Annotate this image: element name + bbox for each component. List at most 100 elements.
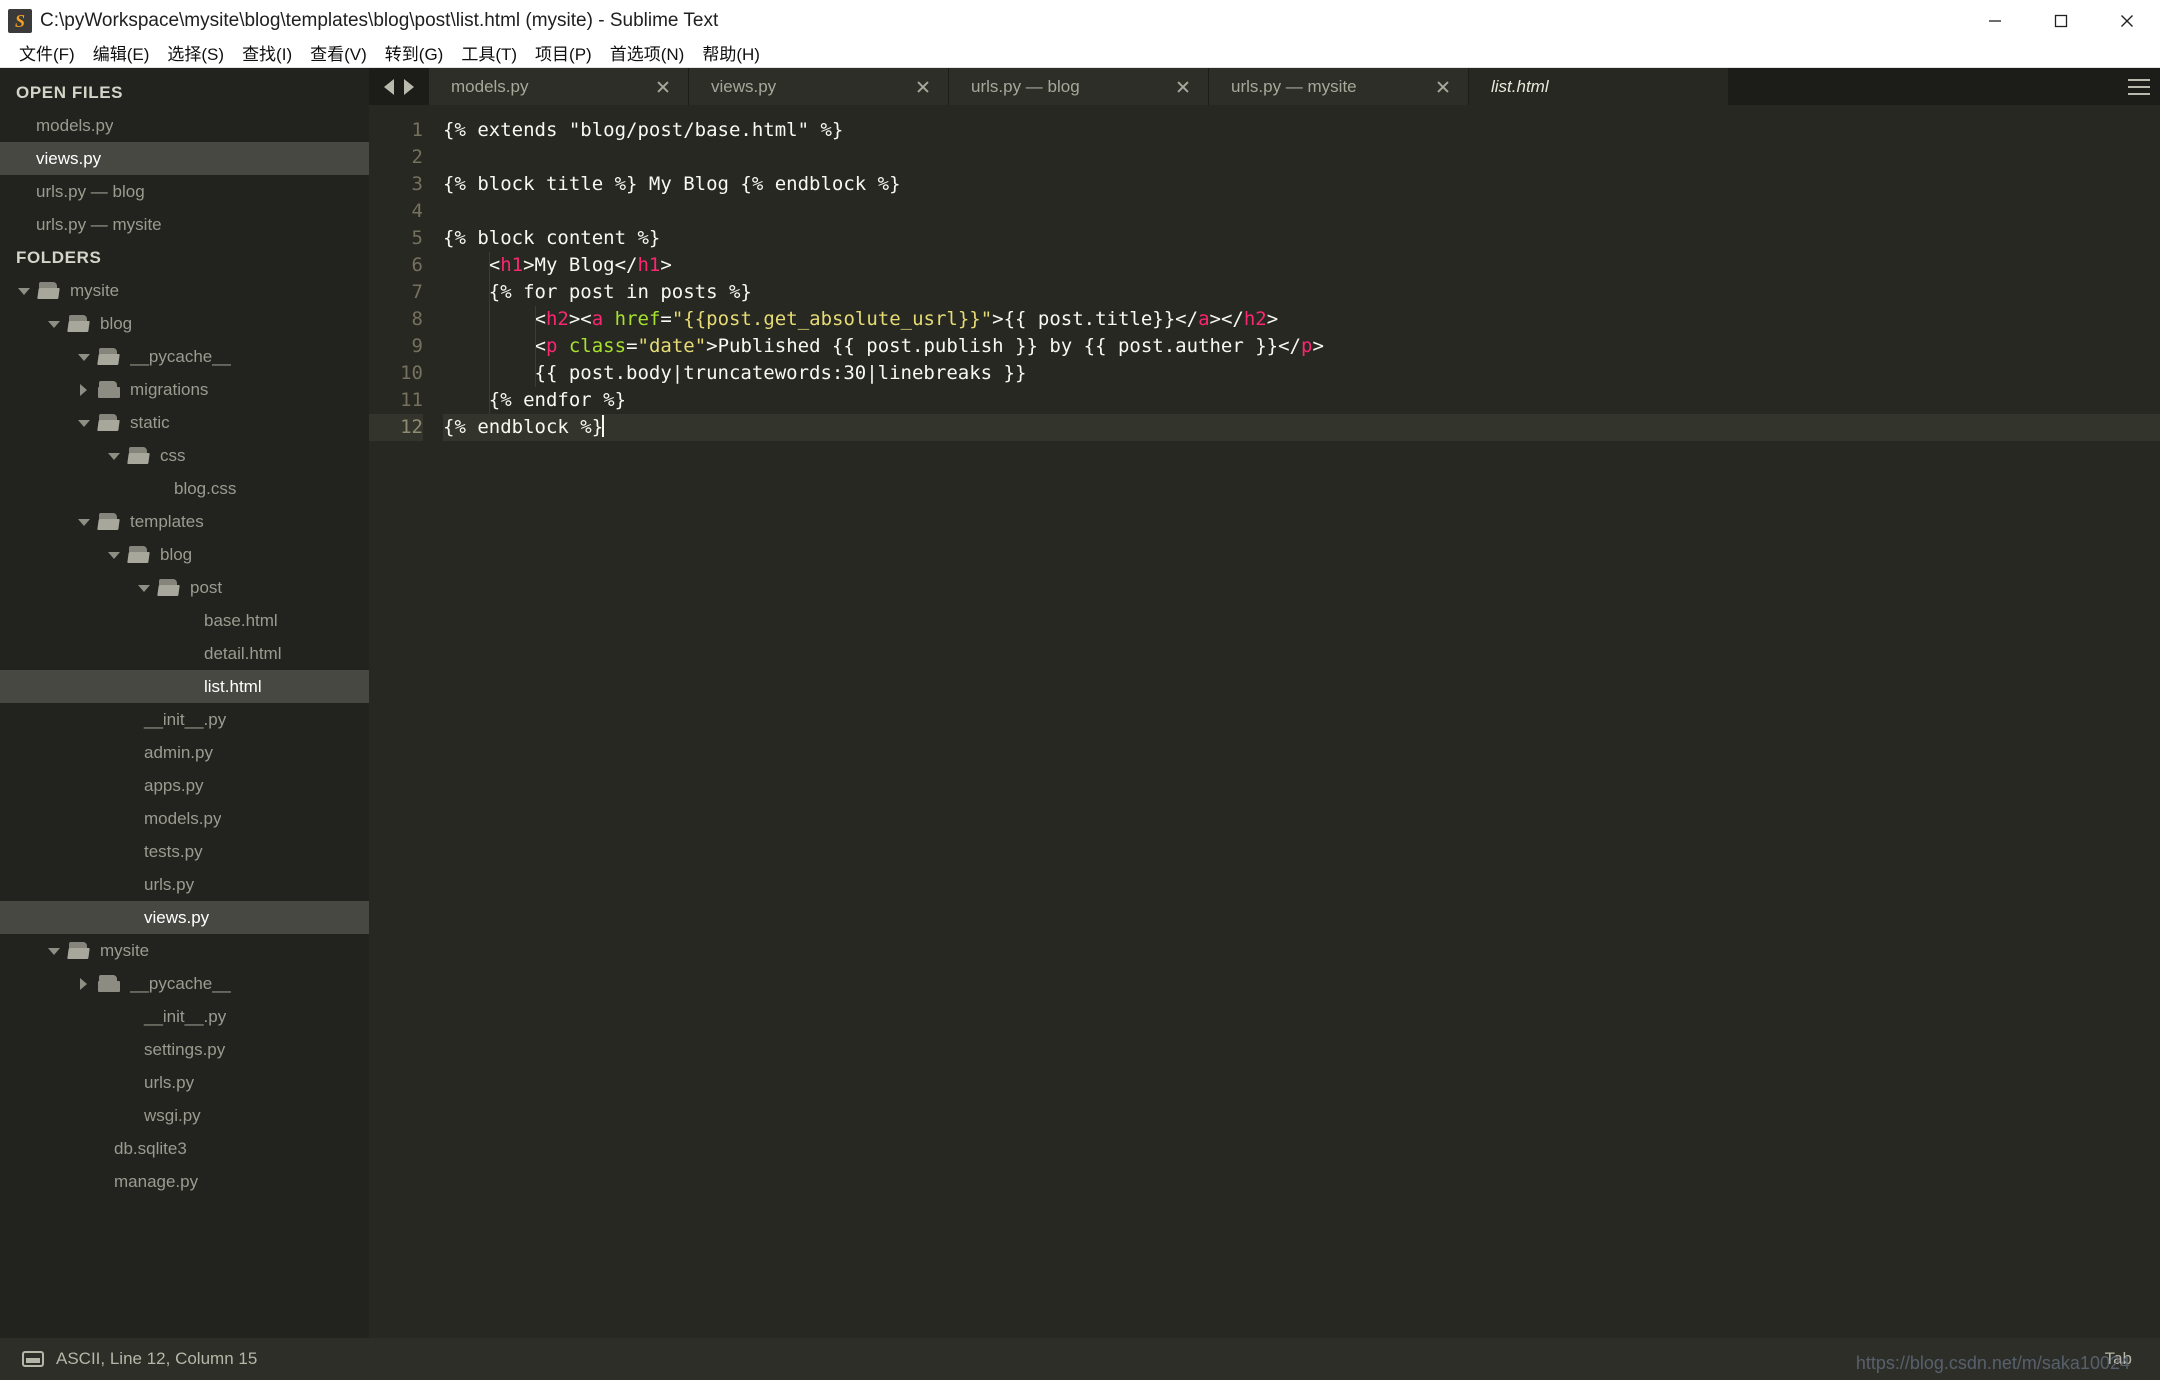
chevron-left-icon[interactable] [384, 78, 394, 95]
code-line[interactable] [443, 198, 2160, 225]
open-file-item[interactable]: models.py [0, 109, 369, 142]
code-line[interactable]: {% extends "blog/post/base.html" %} [443, 117, 2160, 144]
tree-folder-row[interactable]: css [0, 439, 369, 472]
chevron-down-icon[interactable] [76, 415, 92, 431]
line-number: 9 [411, 335, 423, 357]
tree-file-row[interactable]: manage.py [0, 1165, 369, 1198]
tree-file-row[interactable]: __init__.py [0, 1000, 369, 1033]
status-right[interactable]: Tab [2105, 1349, 2160, 1369]
menu-item-0[interactable]: 文件(F) [10, 41, 84, 68]
tree-file-row[interactable]: models.py [0, 802, 369, 835]
tree-folder-row[interactable]: templates [0, 505, 369, 538]
folder-tree[interactable]: mysite blog __pycache__ migrations static css… [0, 274, 369, 1198]
open-files-list[interactable]: models.py views.py urls.py — blog urls.py —… [0, 109, 369, 241]
tab-close-icon[interactable] [1174, 78, 1192, 96]
status-tab-label[interactable]: Tab [2105, 1349, 2132, 1369]
menu-item-5[interactable]: 转到(G) [376, 41, 453, 68]
menu-item-9[interactable]: 帮助(H) [693, 41, 769, 68]
chevron-down-icon[interactable] [46, 943, 62, 959]
code-line[interactable]: {% block content %} [443, 225, 2160, 252]
chevron-down-icon[interactable] [106, 547, 122, 563]
tree-folder-label: post [190, 578, 223, 597]
maximize-button[interactable] [2028, 0, 2094, 41]
tab-close-icon[interactable] [654, 78, 672, 96]
close-button[interactable] [2094, 0, 2160, 41]
code-line[interactable]: {% for post in posts %} [443, 279, 2160, 306]
code-token: class [568, 335, 627, 357]
chevron-right-icon[interactable] [404, 78, 414, 95]
tab-nav-arrows[interactable] [369, 68, 429, 105]
tree-file-row[interactable]: __init__.py [0, 703, 369, 736]
tree-file-row[interactable]: wsgi.py [0, 1099, 369, 1132]
code-line[interactable]: <p class="date">Published {{ post.publis… [443, 333, 2160, 360]
editor-tab[interactable]: models.py [429, 68, 689, 105]
chevron-down-icon[interactable] [76, 514, 92, 530]
tree-file-row[interactable]: urls.py [0, 1066, 369, 1099]
open-file-item[interactable]: urls.py — mysite [0, 208, 369, 241]
tab-close-icon[interactable] [914, 78, 932, 96]
tree-folder-row[interactable]: __pycache__ [0, 340, 369, 373]
menu-item-8[interactable]: 首选项(N) [601, 41, 694, 68]
tree-folder-row[interactable]: post [0, 571, 369, 604]
code-line[interactable]: {{ post.body|truncatewords:30|linebreaks… [443, 360, 2160, 387]
code-line[interactable]: {% endblock %} [443, 414, 2160, 441]
editor-tab[interactable]: urls.py — mysite [1209, 68, 1469, 105]
line-number: 3 [411, 173, 423, 195]
editor-tab[interactable]: views.py [689, 68, 949, 105]
menu-item-3[interactable]: 查找(I) [233, 41, 301, 68]
code-token: {% endfor %} [443, 389, 627, 411]
tree-folder-row[interactable]: mysite [0, 934, 369, 967]
tree-folder-row[interactable]: static [0, 406, 369, 439]
tree-folder-row[interactable]: blog [0, 538, 369, 571]
editor-tab[interactable]: list.html [1469, 68, 1729, 105]
code-line[interactable]: <h2><a href="{{post.get_absolute_usrl}}"… [443, 306, 2160, 333]
tab-close-icon[interactable] [1434, 78, 1452, 96]
menu-item-6[interactable]: 工具(T) [452, 41, 526, 68]
code-text[interactable]: {% extends "blog/post/base.html" %} {% bl… [437, 105, 2160, 1338]
menu-item-1[interactable]: 编辑(E) [84, 41, 159, 68]
tree-file-row[interactable]: tests.py [0, 835, 369, 868]
tree-folder-row[interactable]: blog [0, 307, 369, 340]
code-line[interactable] [443, 144, 2160, 171]
chevron-down-icon[interactable] [46, 316, 62, 332]
menu-item-4[interactable]: 查看(V) [301, 41, 376, 68]
open-file-item[interactable]: urls.py — blog [0, 175, 369, 208]
code-area[interactable]: 1 2 3 4 5 6 7 8 9 10 11 12 {% extends "blog/post/ba… [369, 105, 2160, 1338]
tree-file-row[interactable]: base.html [0, 604, 369, 637]
menu-item-2[interactable]: 选择(S) [158, 41, 233, 68]
menu-item-7[interactable]: 项目(P) [526, 41, 601, 68]
indent-guide [534, 306, 536, 387]
code-token: h2 [1243, 308, 1267, 330]
code-line[interactable]: {% block title %} My Blog {% endblock %} [443, 171, 2160, 198]
tree-file-row[interactable]: blog.css [0, 472, 369, 505]
code-line[interactable]: {% endfor %} [443, 387, 2160, 414]
line-number: 10 [400, 362, 423, 384]
tree-folder-row[interactable]: migrations [0, 373, 369, 406]
sidebar[interactable]: OPEN FILES models.py views.py urls.py — bl… [0, 68, 369, 1338]
tree-file-row[interactable]: views.py [0, 901, 369, 934]
folder-open-icon [97, 348, 120, 365]
hamburger-menu-icon[interactable] [2118, 68, 2160, 105]
tree-folder-row[interactable]: mysite [0, 274, 369, 307]
chevron-down-icon[interactable] [136, 580, 152, 596]
tree-file-row[interactable]: list.html [0, 670, 369, 703]
tab-close-icon[interactable] [1694, 78, 1712, 96]
minimize-button[interactable] [1962, 0, 2028, 41]
tree-file-row[interactable]: urls.py [0, 868, 369, 901]
tree-file-row[interactable]: admin.py [0, 736, 369, 769]
editor-tab[interactable]: urls.py — blog [949, 68, 1209, 105]
chevron-right-icon[interactable] [76, 382, 92, 398]
tree-file-row[interactable]: detail.html [0, 637, 369, 670]
chevron-down-icon[interactable] [106, 448, 122, 464]
tree-folder-row[interactable]: __pycache__ [0, 967, 369, 1000]
code-line[interactable]: <h1>My Blog</h1> [443, 252, 2160, 279]
chevron-down-icon[interactable] [16, 283, 32, 299]
tree-file-row[interactable]: db.sqlite3 [0, 1132, 369, 1165]
chevron-down-icon[interactable] [76, 349, 92, 365]
tab-list[interactable]: models.py views.py urls.py — blog urls.py —… [429, 68, 1729, 105]
chevron-right-icon[interactable] [76, 976, 92, 992]
tree-file-row[interactable]: settings.py [0, 1033, 369, 1066]
tree-file-row[interactable]: apps.py [0, 769, 369, 802]
open-file-item[interactable]: views.py [0, 142, 369, 175]
tree-folder-label: blog [160, 545, 193, 564]
